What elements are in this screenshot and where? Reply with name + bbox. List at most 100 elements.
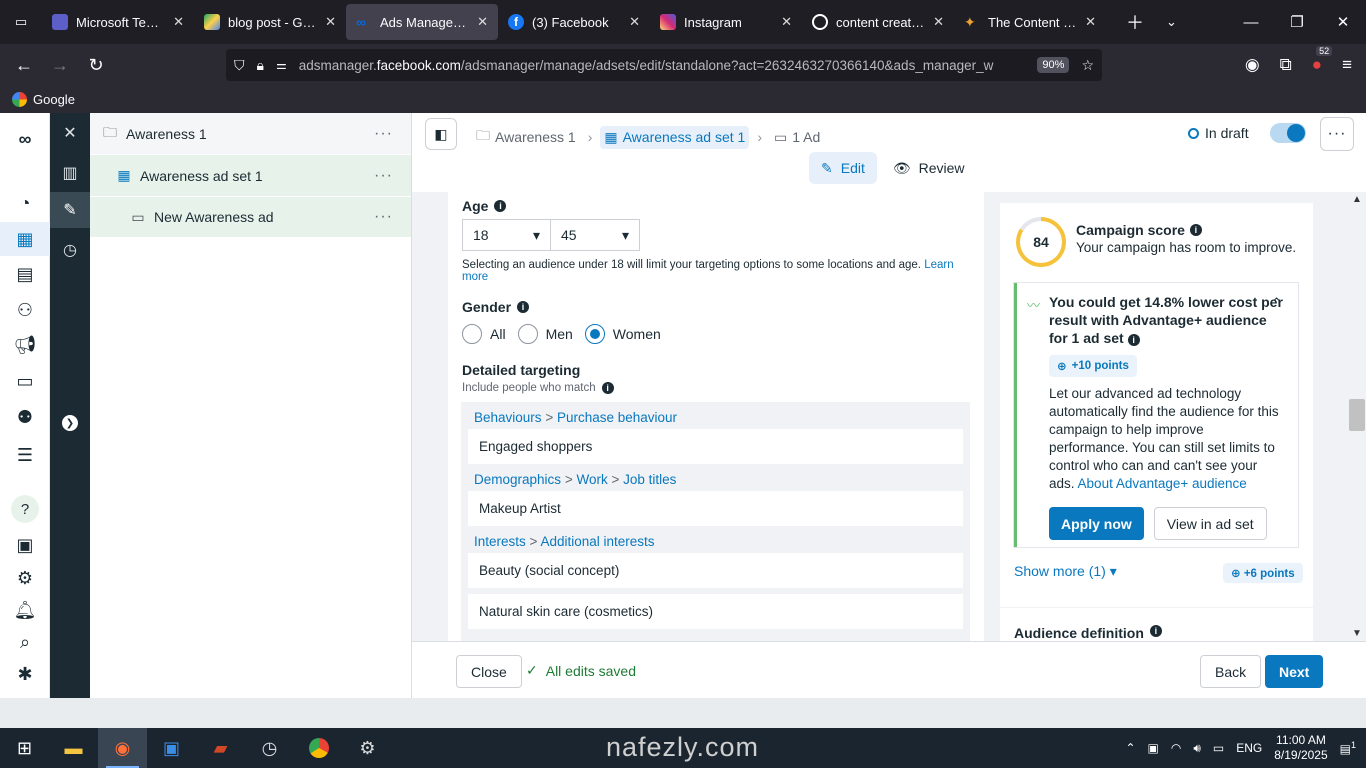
- tab-instagram[interactable]: Instagram ✕: [650, 4, 802, 40]
- permissions-icon[interactable]: ⚌: [276, 58, 287, 72]
- info-icon[interactable]: i: [517, 301, 530, 313]
- settings-gear-icon[interactable]: ⚙: [343, 728, 392, 768]
- toggle-panel-icon[interactable]: ◧: [425, 118, 457, 150]
- people-icon[interactable]: ⚉: [0, 400, 50, 434]
- bug-report-icon[interactable]: ✱: [0, 657, 50, 691]
- url-text[interactable]: adsmanager.facebook.com/adsmanager/manag…: [299, 58, 1026, 73]
- tab-overview-icon[interactable]: ▭: [0, 0, 42, 44]
- start-windows-icon[interactable]: ⊞: [0, 728, 49, 768]
- reload-icon[interactable]: ↻: [78, 55, 114, 76]
- gender-men-radio[interactable]: Men: [517, 324, 573, 344]
- targeting-path[interactable]: Demographics > Work > Job titles: [468, 470, 963, 491]
- info-icon[interactable]: i: [1149, 625, 1162, 637]
- back-arrow-icon[interactable]: ←: [6, 55, 42, 76]
- dashboard-icon[interactable]: ◔: [0, 186, 50, 220]
- tab-ads-manager[interactable]: ∞ Ads Manager - M ✕: [346, 4, 498, 40]
- expand-chevron-icon[interactable]: ❯: [62, 415, 78, 431]
- minimize-icon[interactable]: —: [1228, 14, 1274, 31]
- volume-icon[interactable]: 🔊︎: [1193, 741, 1201, 756]
- search-icon[interactable]: ⌕: [0, 625, 50, 659]
- adset-toggle[interactable]: [1270, 123, 1306, 143]
- clock-app-icon[interactable]: ◷: [245, 728, 294, 768]
- chevron-up-icon[interactable]: ⌃: [1271, 295, 1282, 311]
- info-icon[interactable]: i: [1127, 334, 1140, 346]
- targeting-item[interactable]: Natural skin care (cosmetics): [468, 594, 963, 629]
- gender-all-radio[interactable]: All: [462, 324, 506, 344]
- close-icon[interactable]: ✕: [629, 14, 640, 30]
- targeting-item[interactable]: Beauty (social concept): [468, 553, 963, 588]
- targeting-path[interactable]: Behaviours > Purchase behaviour: [468, 408, 963, 429]
- close-icon[interactable]: ✕: [933, 14, 944, 30]
- targeting-path[interactable]: Interests > Additional interests: [468, 532, 963, 553]
- zoom-badge[interactable]: 90%: [1037, 57, 1070, 73]
- bookmark-google[interactable]: Google: [33, 92, 75, 107]
- edit-mode-button[interactable]: ✎ Edit: [809, 152, 877, 184]
- close-icon[interactable]: ✕: [781, 14, 792, 30]
- close-editor-icon[interactable]: ✕: [50, 115, 90, 151]
- news-app-icon[interactable]: ▣: [147, 728, 196, 768]
- info-icon[interactable]: i: [1189, 224, 1202, 236]
- tab-blog-post[interactable]: blog post - Googl ✕: [194, 4, 346, 40]
- file-explorer-icon[interactable]: ▬: [49, 728, 98, 768]
- breadcrumb-campaign[interactable]: 🗀︎ Awareness 1: [472, 122, 580, 152]
- tab-teams[interactable]: Microsoft Teams ✕: [42, 4, 194, 40]
- close-icon[interactable]: ✕: [325, 14, 336, 30]
- apply-now-button[interactable]: Apply now: [1049, 507, 1144, 540]
- info-icon[interactable]: i: [601, 382, 614, 394]
- clock[interactable]: 11:00 AM 8/19/2025: [1274, 733, 1327, 763]
- language[interactable]: ENG: [1236, 741, 1262, 755]
- review-mode-button[interactable]: 👁︎ Review: [881, 152, 977, 184]
- help-icon[interactable]: ?: [0, 492, 50, 526]
- meet-now-icon[interactable]: ▣: [1148, 741, 1159, 755]
- pages-icon[interactable]: ▤: [0, 257, 50, 291]
- targeting-item[interactable]: Engaged shoppers: [468, 429, 963, 464]
- audiences-icon[interactable]: ⚇: [0, 293, 50, 327]
- view-in-adset-button[interactable]: View in ad set: [1153, 507, 1267, 540]
- notifications-icon[interactable]: ▤1: [1340, 740, 1356, 756]
- more-options-icon[interactable]: ···: [374, 125, 393, 143]
- scroll-down-icon[interactable]: ▼: [1348, 628, 1366, 639]
- tree-item-ad[interactable]: ▭ New Awareness ad ···: [90, 197, 411, 237]
- close-icon[interactable]: ✕: [1085, 14, 1096, 30]
- edit-pencil-icon[interactable]: ✎: [50, 192, 90, 228]
- maximize-icon[interactable]: ❐: [1274, 13, 1320, 31]
- wifi-icon[interactable]: ◠: [1171, 741, 1181, 755]
- forward-arrow-icon[interactable]: →: [42, 55, 78, 76]
- targeting-item[interactable]: Makeup Artist: [468, 491, 963, 526]
- tree-item-adset[interactable]: ▦ Awareness ad set 1 ···: [90, 155, 411, 196]
- tab-facebook[interactable]: f (3) Facebook ✕: [498, 4, 650, 40]
- breadcrumb-adset[interactable]: ▦ Awareness ad set 1: [600, 125, 750, 149]
- about-advantage-link[interactable]: About Advantage+ audience: [1078, 476, 1247, 491]
- close-button[interactable]: Close: [456, 655, 522, 688]
- more-options-icon[interactable]: ···: [374, 167, 393, 185]
- lock-icon[interactable]: 🔒︎: [257, 57, 264, 74]
- more-options-icon[interactable]: ···: [374, 208, 393, 226]
- extensions-icon[interactable]: ⧉: [1280, 55, 1292, 75]
- account-icon[interactable]: ◉: [1245, 55, 1260, 75]
- info-icon[interactable]: i: [494, 200, 507, 212]
- chrome-icon[interactable]: [294, 728, 343, 768]
- close-icon[interactable]: ✕: [173, 14, 184, 30]
- menu-icon[interactable]: ≡: [1342, 55, 1352, 75]
- shield-icon[interactable]: ⛉: [234, 57, 245, 74]
- bookmark-star-icon[interactable]: ☆: [1081, 57, 1094, 74]
- news-icon[interactable]: ▣: [0, 528, 50, 562]
- battery-icon[interactable]: ▭: [1213, 741, 1224, 755]
- chevron-up-icon[interactable]: ⌃: [1125, 741, 1135, 755]
- meta-logo-icon[interactable]: ∞: [0, 122, 50, 156]
- more-options-button[interactable]: ···: [1320, 117, 1354, 151]
- scrollbar[interactable]: ▲ ▼: [1348, 192, 1366, 641]
- extension-badge-icon[interactable]: ● 52: [1312, 46, 1333, 75]
- age-max-select[interactable]: 45 ▾: [551, 219, 640, 251]
- settings-gear-icon[interactable]: ⚙: [0, 561, 50, 595]
- url-bar[interactable]: ⛉ 🔒︎ ⚌ adsmanager.facebook.com/adsmanage…: [226, 49, 1102, 81]
- all-tools-icon[interactable]: ☰: [0, 438, 50, 472]
- chart-icon[interactable]: ▥: [50, 155, 90, 191]
- age-min-select[interactable]: 18 ▾: [462, 219, 551, 251]
- billing-icon[interactable]: ▭: [0, 364, 50, 398]
- next-button[interactable]: Next: [1265, 655, 1324, 688]
- show-more-link[interactable]: Show more (1) ▾: [1014, 563, 1117, 580]
- close-icon[interactable]: ✕: [477, 14, 488, 30]
- firefox-icon[interactable]: ◉: [98, 728, 147, 768]
- list-tabs-icon[interactable]: ⌄: [1166, 14, 1177, 30]
